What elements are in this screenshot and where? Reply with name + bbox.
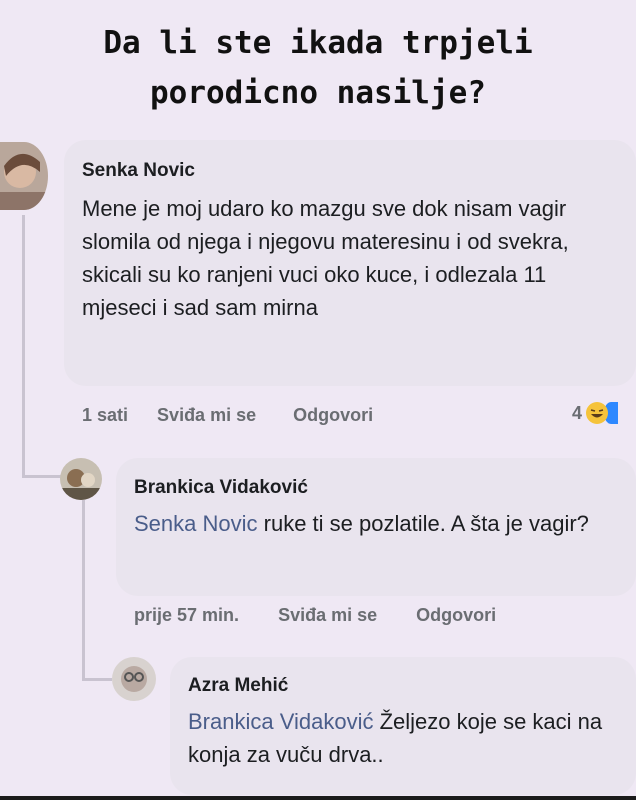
- like-button[interactable]: Sviđa mi se: [157, 405, 256, 425]
- comment-actions: prije 57 min. Sviđa mi se Odgovori: [134, 605, 496, 626]
- thread-line: [22, 215, 25, 477]
- thread-line-reply: [82, 500, 85, 680]
- comment-body: ruke ti se pozlatile. A šta je vagir?: [257, 511, 589, 536]
- mention-link[interactable]: Brankica Vidaković: [188, 709, 373, 734]
- comment-text: Senka Novic ruke ti se pozlatile. A šta …: [134, 507, 594, 540]
- reply-button[interactable]: Odgovori: [416, 605, 496, 625]
- comment-text: Brankica Vidaković Željezo koje se kaci …: [188, 705, 628, 771]
- comment-time[interactable]: 1 sati: [82, 405, 128, 425]
- user-photo-icon: [112, 657, 156, 701]
- comment-author[interactable]: Senka Novic: [82, 160, 195, 182]
- user-photo-icon: [60, 458, 102, 500]
- comment-author[interactable]: Azra Mehić: [188, 675, 288, 697]
- comment-text: Mene je moj udaro ko mazgu sve dok nisam…: [82, 196, 569, 320]
- reaction-summary[interactable]: 4: [572, 402, 619, 424]
- title-line-1: Da li ste ikada trpjeli: [103, 25, 533, 61]
- avatar[interactable]: [0, 142, 48, 210]
- avatar[interactable]: [60, 458, 102, 500]
- post-title: Da li ste ikada trpjeli porodicno nasilj…: [0, 18, 636, 118]
- comment-time[interactable]: prije 57 min.: [134, 605, 239, 625]
- title-line-2: porodicno nasilje?: [150, 75, 486, 111]
- mention-link[interactable]: Senka Novic: [134, 511, 258, 536]
- haha-reaction-icon: [586, 402, 609, 424]
- user-photo-icon: [0, 142, 48, 210]
- thread-line-branch: [22, 475, 62, 478]
- thread-line-branch-2: [82, 678, 112, 681]
- reaction-count: 4: [572, 402, 583, 423]
- reply-button[interactable]: Odgovori: [293, 405, 373, 425]
- bottom-divider: [0, 796, 636, 800]
- comment-actions: 1 sati Sviđa mi se Odgovori: [82, 405, 373, 426]
- avatar[interactable]: [112, 657, 156, 701]
- comment-author[interactable]: Brankica Vidaković: [134, 477, 308, 499]
- like-button[interactable]: Sviđa mi se: [278, 605, 377, 625]
